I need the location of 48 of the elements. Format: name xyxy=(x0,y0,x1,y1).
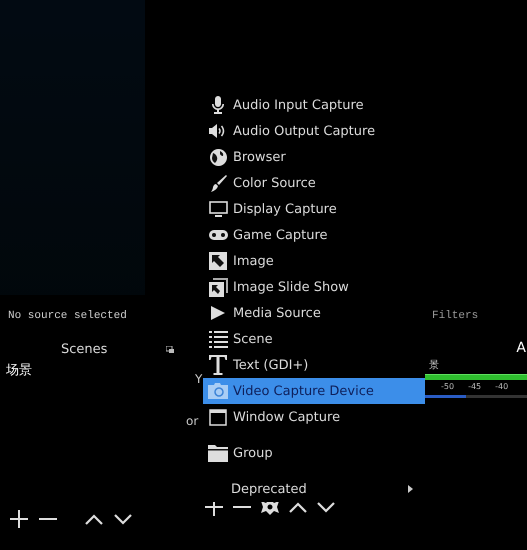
channel-name: 景 xyxy=(429,358,440,371)
menu-item[interactable]: Video Capture Device xyxy=(203,378,425,404)
menu-item[interactable]: Scene xyxy=(203,326,425,352)
move-up-icon[interactable] xyxy=(289,502,307,512)
filters-button[interactable]: Filters xyxy=(432,310,527,322)
menu-item[interactable]: Game Capture xyxy=(203,222,425,248)
menu-item[interactable]: Audio Input Capture xyxy=(203,92,425,118)
menu-item[interactable]: Color Source xyxy=(203,170,425,196)
slides-icon xyxy=(208,278,228,296)
add-icon[interactable] xyxy=(10,510,28,528)
menu-item[interactable]: Audio Output Capture xyxy=(203,118,425,144)
image-icon xyxy=(209,252,227,270)
play-icon xyxy=(210,305,226,321)
meter-tick-label: -50 xyxy=(441,382,454,391)
globe-icon xyxy=(210,148,226,166)
folder-icon xyxy=(208,444,228,462)
scene-item[interactable]: 场景 xyxy=(6,361,195,381)
gamepad-icon xyxy=(208,230,228,240)
float-dock-icon[interactable] xyxy=(166,346,174,352)
menu-item[interactable]: Text (GDI+) xyxy=(203,352,425,378)
dock-title: Scenes xyxy=(61,342,108,356)
speaker-icon xyxy=(209,124,227,138)
menu-item[interactable]: Display Capture xyxy=(203,196,425,222)
menu-item[interactable]: Window Capture xyxy=(203,404,425,430)
submenu-arrow-icon xyxy=(408,485,413,493)
microphone-icon xyxy=(211,96,225,114)
monitor-icon xyxy=(208,200,228,218)
move-up-icon[interactable] xyxy=(85,514,103,524)
window-icon xyxy=(209,408,227,426)
text-icon xyxy=(209,355,227,375)
move-down-icon[interactable] xyxy=(114,514,132,524)
menu-item[interactable]: Browser xyxy=(203,144,425,170)
brush-icon xyxy=(210,174,226,192)
source-label: or xyxy=(186,414,198,428)
menu-item[interactable]: Media Source xyxy=(203,300,425,326)
submenu-item[interactable]: Deprecated xyxy=(203,476,425,502)
meter-tick-label: -40 xyxy=(495,382,508,391)
dock-title: A xyxy=(516,340,526,356)
source-status-text: No source selected xyxy=(8,310,127,322)
camera-icon xyxy=(208,383,228,399)
menu-item[interactable]: Image Slide Show xyxy=(203,274,425,300)
volume-slider-fill[interactable] xyxy=(425,395,466,398)
meter-tick-label: -45 xyxy=(468,382,482,391)
move-down-icon[interactable] xyxy=(317,502,335,512)
menu-item[interactable]: Group xyxy=(203,440,425,466)
menu-item[interactable]: Image xyxy=(203,248,425,274)
list-icon xyxy=(208,330,228,348)
source-label: Y xyxy=(195,372,202,386)
